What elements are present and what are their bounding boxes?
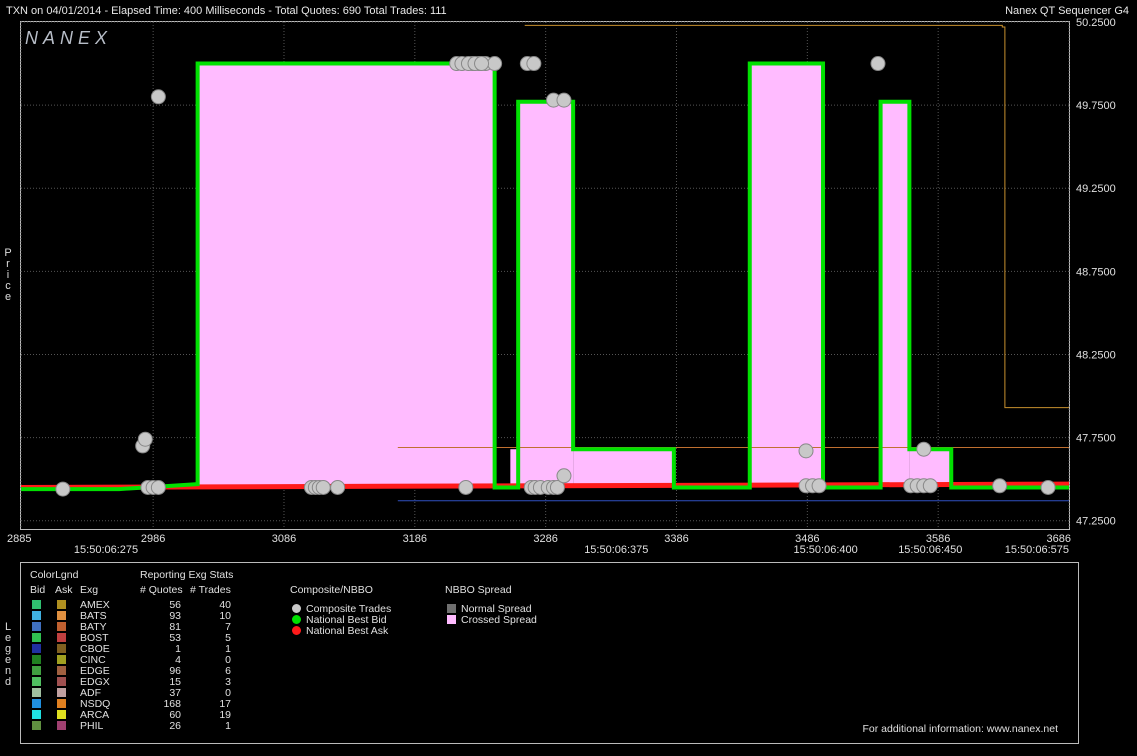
ask-swatch [57,622,66,631]
ask-swatch [57,666,66,675]
bid-swatch [32,644,41,653]
trade-point [526,56,542,72]
bid-swatch [32,677,41,686]
composite-swatch [292,604,301,613]
x-tick-label: 3386 [664,533,688,545]
trade-point [474,56,490,72]
x-tick-label: 3186 [403,533,427,545]
time-label: 15:50:06:375 [584,544,648,556]
time-label: 15:50:06:575 [1005,544,1069,556]
y-tick-label: 49.7500 [1076,100,1116,112]
ask-swatch [57,710,66,719]
exchange-quotes: 26 [169,720,181,732]
bid-swatch [32,600,41,609]
y-tick-label: 48.7500 [1076,266,1116,278]
x-tick-label: 3086 [272,533,296,545]
trade-point [916,441,932,457]
y-tick-label: 48.2500 [1076,349,1116,361]
quotes-column-header: # Quotes [140,584,183,596]
bid-column-header: Bid [30,584,46,596]
y-tick-label: 50.2500 [1076,17,1116,29]
trade-point [798,443,814,459]
exchange-trades: 1 [225,720,231,732]
ask-swatch [57,633,66,642]
crossed-spread-region-1 [518,101,574,486]
trade-point [315,479,331,495]
time-label: 15:50:06:275 [74,544,138,556]
x-tick-label: 2885 [7,533,31,545]
y-tick-label: 47.7500 [1076,433,1116,445]
crossed-spread-region-5 [573,449,674,486]
bid-swatch [32,622,41,631]
bid-swatch [32,710,41,719]
nanex-logo: NANEX [25,28,112,48]
ask-swatch [57,721,66,730]
bid-swatch [32,721,41,730]
colorlgnd-title: ColorLgnd [30,569,79,581]
footer-info: For additional information: www.nanex.ne… [862,723,1058,735]
ask-swatch [57,600,66,609]
exchange-name: PHIL [80,720,104,732]
time-label: 15:50:06:400 [794,544,858,556]
bid-swatch [32,699,41,708]
trade-point [330,479,346,495]
spread-swatch [447,615,456,624]
bid-swatch [32,611,41,620]
ask-swatch [57,611,66,620]
ask-swatch [57,677,66,686]
spread-swatch [447,604,456,613]
composite-title: Composite/NBBO [290,584,373,596]
spread-title: NBBO Spread [445,584,512,596]
trade-point [556,468,572,484]
bid-swatch [32,688,41,697]
ask-swatch [57,655,66,664]
legend-panel: ColorLgnd Bid Ask Exg Reporting Exg Stat… [20,562,1079,744]
crossed-spread-region-2 [749,63,824,486]
bid-swatch [32,633,41,642]
stats-title: Reporting Exg Stats [140,569,234,581]
trade-point [992,478,1008,494]
y-tick-label: 49.2500 [1076,183,1116,195]
trade-point [556,92,572,108]
trade-point [55,481,71,497]
ask-column-header: Ask [55,584,73,596]
price-chart: 50.2500 49.7500 49.2500 48.7500 48.2500 47.75… [7,17,1116,556]
trade-point [137,431,153,447]
trade-point [1040,479,1056,495]
trade-point [922,478,938,494]
spread-label: Crossed Spread [461,614,537,626]
crossed-spread-region-0 [197,63,495,486]
ask-swatch [57,688,66,697]
trade-point [458,479,474,495]
exg-column-header: Exg [80,584,99,596]
ask-swatch [57,699,66,708]
x-tick-label: 3286 [533,533,557,545]
crossed-spread-region-3 [880,101,910,486]
bid-swatch [32,666,41,675]
ask-swatch [57,644,66,653]
trades-column-header: # Trades [190,584,231,596]
trade-point [811,478,827,494]
trade-point [870,56,886,72]
x-tick-label: 2986 [141,533,165,545]
trade-point [150,479,166,495]
trade-point [487,56,503,72]
composite-label: National Best Ask [306,625,389,637]
bid-swatch [32,655,41,664]
y-tick-label: 47.2500 [1076,516,1116,528]
time-label: 15:50:06:450 [898,544,962,556]
composite-swatch [292,615,301,624]
composite-swatch [292,626,301,635]
trade-point [150,89,166,105]
